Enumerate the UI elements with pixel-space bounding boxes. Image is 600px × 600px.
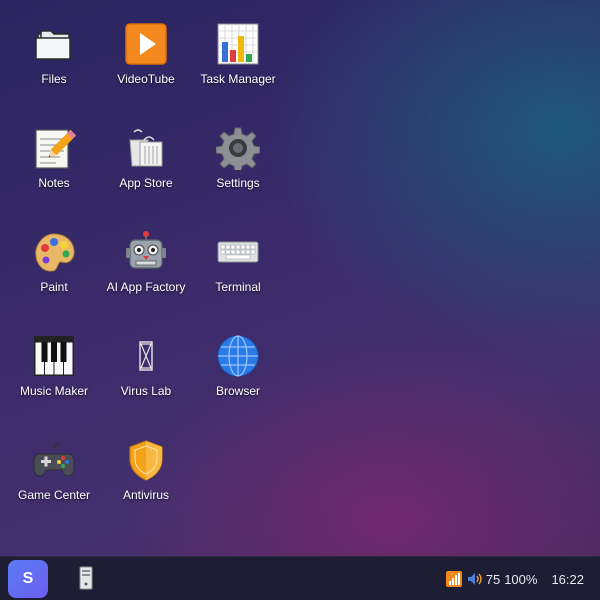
desktop: Files VideoTube Task Manager Notes App S… (0, 0, 600, 556)
speaker-volume-icon[interactable] (466, 571, 482, 587)
desktop-icon-music-maker[interactable]: Music Maker (8, 316, 100, 406)
start-button[interactable]: S (8, 560, 48, 598)
piano-icon (30, 332, 78, 380)
taskbar: S 75 100% 16:22 (0, 556, 600, 600)
desktop-icon-task-manager[interactable]: Task Manager (192, 4, 284, 94)
desktop-icon-notes[interactable]: Notes (8, 108, 100, 198)
desktop-icon-label: Paint (40, 280, 68, 294)
shield-icon (122, 436, 170, 484)
desktop-icon-label: Files (41, 72, 67, 86)
desktop-icon-label: Browser (215, 384, 260, 398)
notepad-icon (30, 124, 78, 172)
desktop-icon-virus-lab[interactable]: Virus Lab (100, 316, 192, 406)
desktop-icon-settings[interactable]: Settings (192, 108, 284, 198)
taskbar-window-button[interactable] (76, 565, 96, 591)
desktop-icon-game-center[interactable]: Game Center (8, 420, 100, 510)
battery-level[interactable]: 100% (504, 572, 537, 587)
palette-icon (30, 228, 78, 276)
desktop-icon-label: Settings (216, 176, 260, 190)
bar-chart-icon (214, 20, 262, 68)
robot-icon (122, 228, 170, 276)
desktop-icon-videotube[interactable]: VideoTube (100, 4, 192, 94)
desktop-icon-antivirus[interactable]: Antivirus (100, 420, 192, 510)
desktop-icon-label: Task Manager (200, 72, 276, 86)
globe-icon (214, 332, 262, 380)
computer-tower-icon (79, 566, 93, 590)
hourglass-icon (122, 332, 170, 380)
volume-level[interactable]: 75 (486, 572, 500, 587)
desktop-icon-label: AI App Factory (106, 280, 186, 294)
desktop-icon-label: App Store (119, 176, 173, 190)
network-signal-icon[interactable] (445, 571, 462, 587)
desktop-icon-label: Notes (38, 176, 70, 190)
play-icon (122, 20, 170, 68)
system-tray: 75 100% 16:22 (445, 557, 600, 600)
keyboard-icon (214, 228, 262, 276)
clock[interactable]: 16:22 (551, 572, 584, 587)
desktop-icon-files[interactable]: Files (8, 4, 100, 94)
desktop-icon-label: Antivirus (122, 488, 169, 502)
gear-icon (214, 124, 262, 172)
shopping-bags-icon (122, 124, 170, 172)
desktop-icon-browser[interactable]: Browser (192, 316, 284, 406)
desktop-icon-ai-app-factory[interactable]: AI App Factory (100, 212, 192, 302)
desktop-icon-terminal[interactable]: Terminal (192, 212, 284, 302)
desktop-icon-label: VideoTube (117, 72, 175, 86)
desktop-icon-paint[interactable]: Paint (8, 212, 100, 302)
gamepad-icon (30, 436, 78, 484)
desktop-icon-label: Music Maker (19, 384, 88, 398)
desktop-icon-app-store[interactable]: App Store (100, 108, 192, 198)
folder-icon (30, 20, 78, 68)
desktop-icon-label: Game Center (17, 488, 91, 502)
desktop-icon-label: Virus Lab (120, 384, 172, 398)
desktop-icon-label: Terminal (215, 280, 261, 294)
